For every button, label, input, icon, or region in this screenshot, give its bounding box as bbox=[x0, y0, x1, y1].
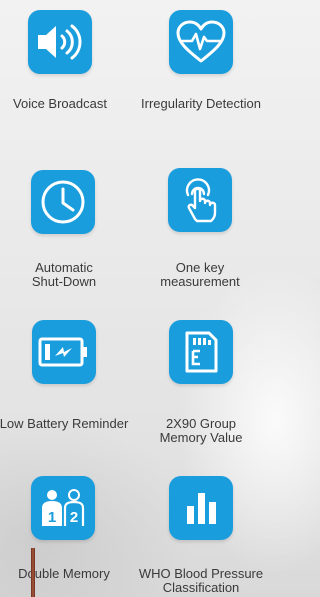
voice-broadcast-tile bbox=[28, 10, 92, 74]
one-key-measurement-tile bbox=[168, 168, 232, 232]
irregularity-detection-tile bbox=[169, 10, 233, 74]
speaker-icon bbox=[38, 24, 82, 60]
irregularity-detection-label: Irregularity Detection bbox=[141, 96, 261, 111]
memory-value-label-line-2: Memory Value bbox=[159, 430, 243, 445]
clock-icon bbox=[41, 180, 85, 224]
memory-card-icon bbox=[185, 331, 218, 373]
low-battery-reminder-label: Low Battery Reminder bbox=[0, 416, 129, 431]
low-battery-reminder-tile bbox=[32, 320, 96, 384]
two-users-icon: 1 2 bbox=[42, 489, 85, 526]
who-classification-label-line-1: WHO Blood Pressure bbox=[138, 566, 264, 581]
memory-value-label-line-1: 2X90 Group bbox=[165, 416, 237, 431]
svg-text:2: 2 bbox=[70, 509, 78, 526]
device-stand-edge bbox=[31, 548, 35, 597]
automatic-shutdown-label-line-2: Shut-Down bbox=[31, 274, 97, 289]
voice-broadcast-label: Voice Broadcast bbox=[13, 96, 107, 111]
double-memory-tile: 1 2 bbox=[31, 476, 95, 540]
svg-text:1: 1 bbox=[48, 509, 56, 526]
one-key-measurement-label-line-2: measurement bbox=[160, 274, 240, 289]
automatic-shutdown-tile bbox=[31, 170, 95, 234]
heart-pulse-icon bbox=[176, 20, 226, 63]
double-memory-label: Double Memory bbox=[18, 566, 110, 581]
memory-value-tile bbox=[169, 320, 233, 384]
one-key-measurement-label-line-1: One key bbox=[175, 260, 225, 275]
bar-chart-icon bbox=[187, 493, 216, 524]
automatic-shutdown-label-line-1: Automatic bbox=[35, 260, 93, 275]
battery-icon bbox=[38, 337, 87, 367]
touch-hand-icon bbox=[185, 178, 217, 223]
who-classification-label-line-2: Classification bbox=[162, 580, 240, 595]
who-classification-tile bbox=[169, 476, 233, 540]
